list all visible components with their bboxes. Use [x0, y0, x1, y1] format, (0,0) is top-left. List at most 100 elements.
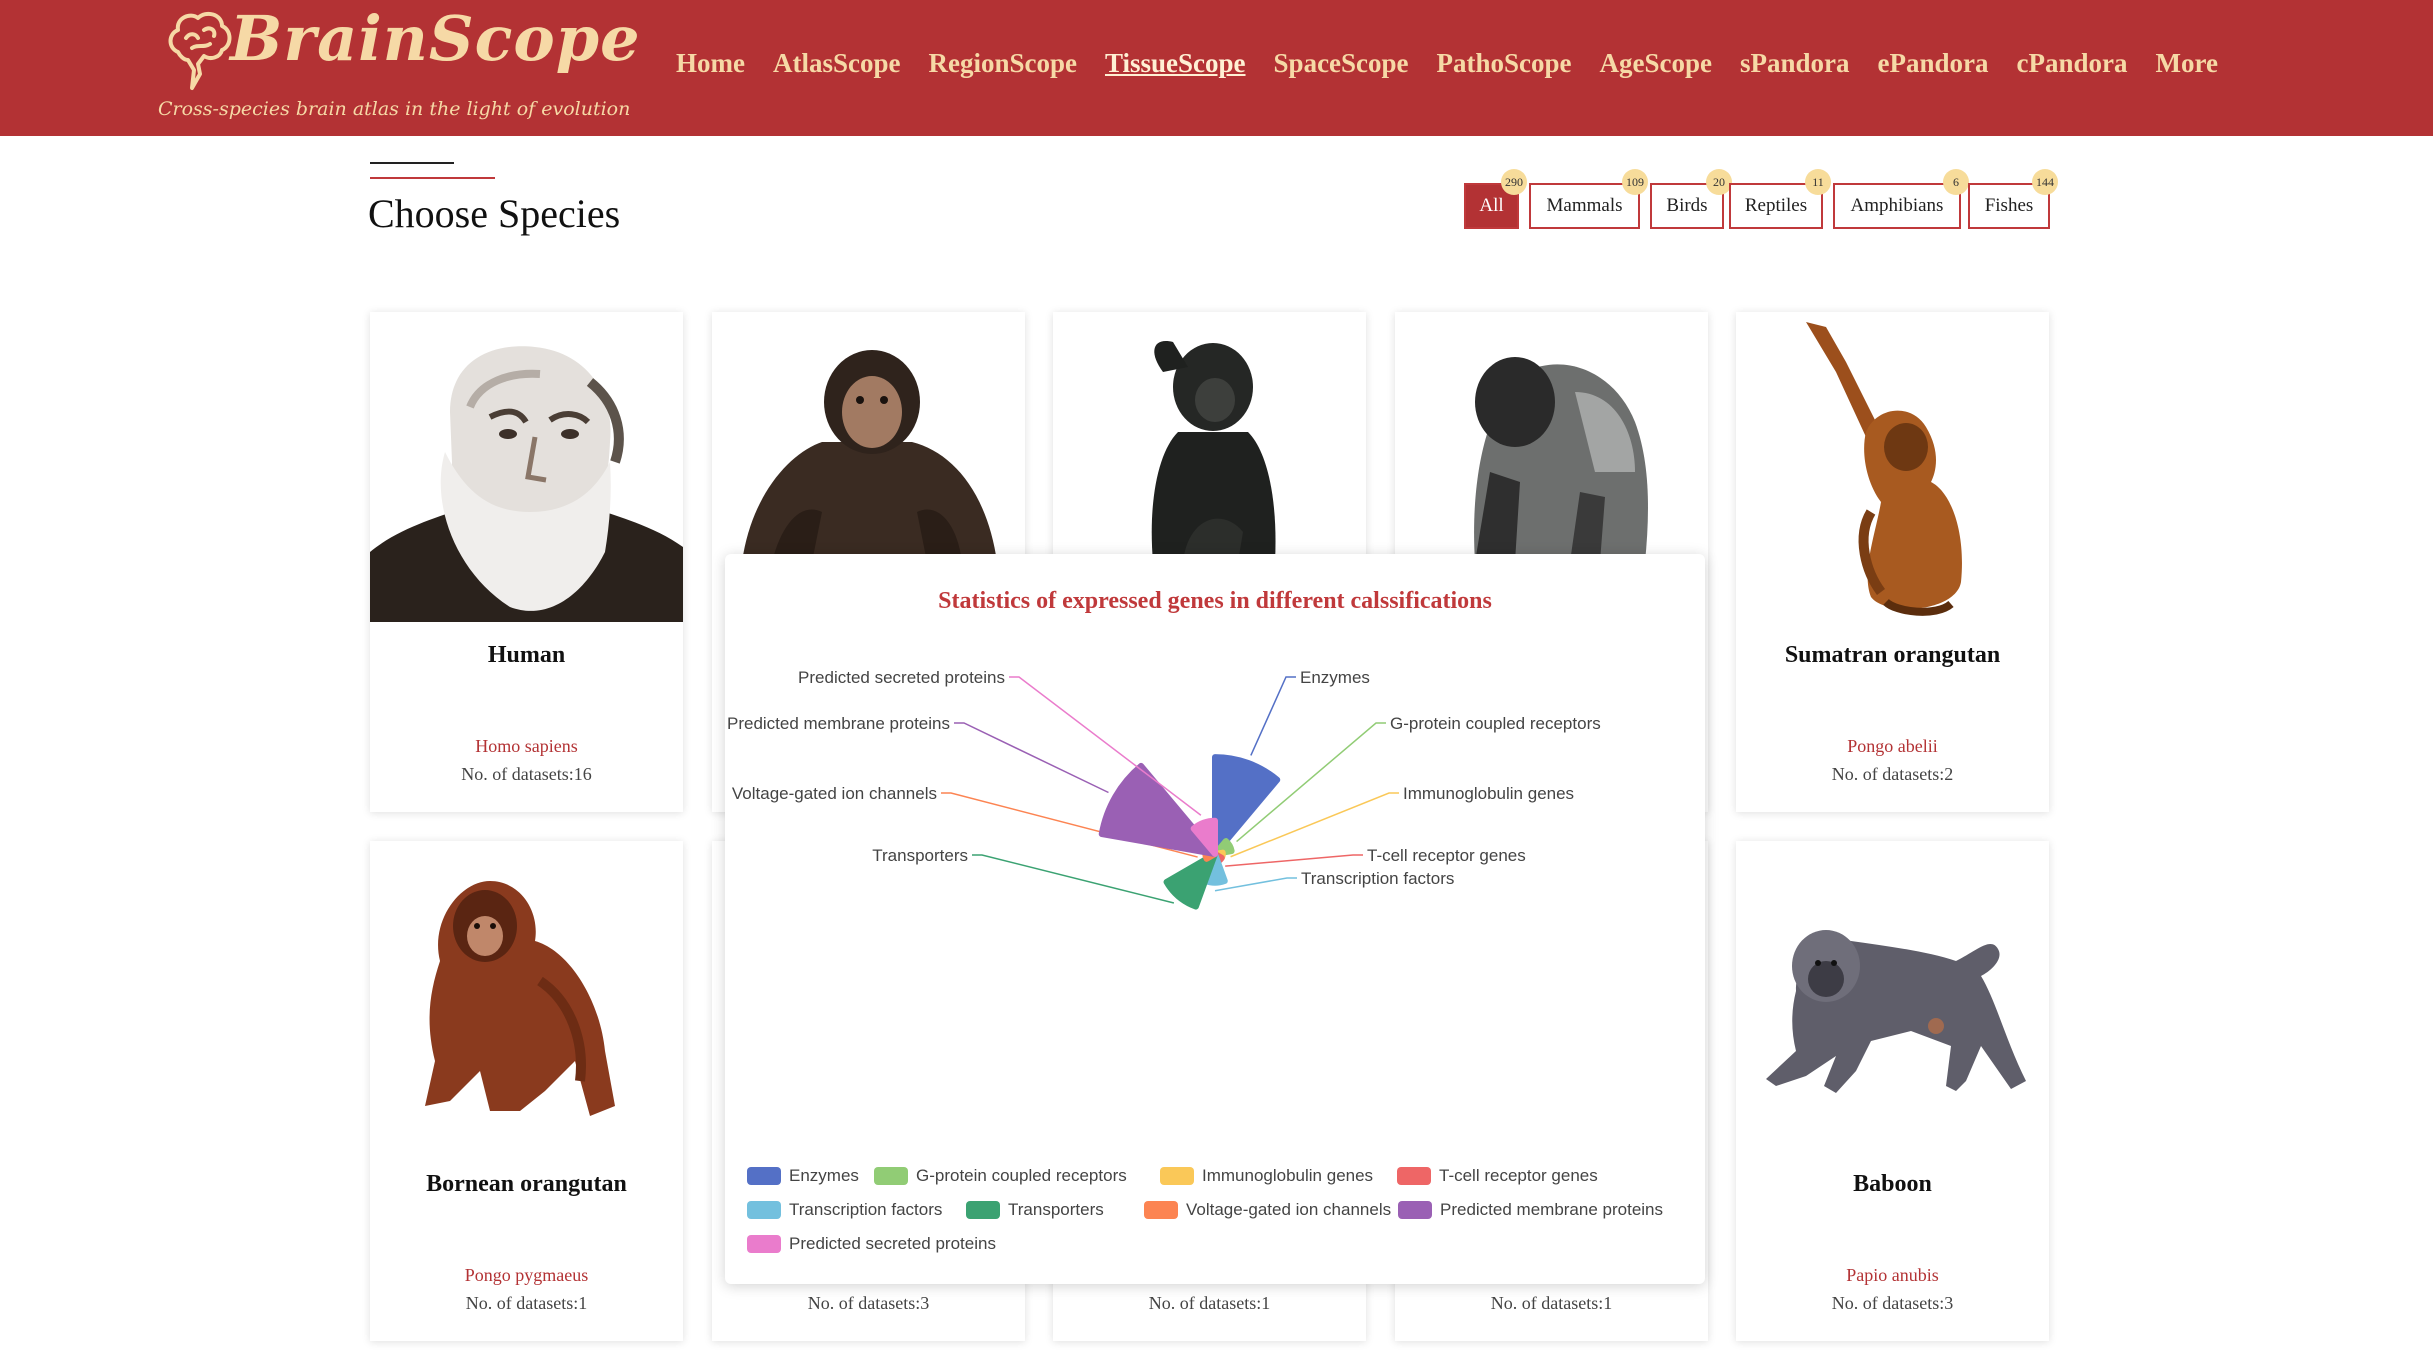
legend-swatch [966, 1201, 1000, 1219]
legend-swatch [874, 1167, 908, 1185]
legend-swatch [747, 1201, 781, 1219]
brand-name: BrainScope [230, 2, 641, 75]
species-card-sumatran-orangutan[interactable]: Sumatran orangutan Pongo abelii No. of d… [1736, 312, 2049, 812]
rose-slice-predicted-membrane-proteins[interactable] [1098, 762, 1218, 857]
legend-item[interactable]: Predicted secreted proteins [747, 1234, 996, 1254]
human-portrait-image [370, 312, 683, 622]
heading-divider [370, 162, 454, 164]
slice-label: Enzymes [1300, 668, 1370, 687]
legend-item[interactable]: T-cell receptor genes [1397, 1166, 1598, 1186]
species-latin-name[interactable]: Pongo pygmaeus [370, 1265, 683, 1286]
filter-label: Birds [1666, 195, 1708, 216]
nav-pathoscope[interactable]: PathoScope [1437, 48, 1572, 79]
label-leader-line [1009, 676, 1202, 816]
dataset-count: No. of datasets:2 [1831, 764, 1954, 784]
legend-swatch [1397, 1167, 1431, 1185]
legend-item[interactable]: G-protein coupled receptors [874, 1166, 1127, 1186]
sumatran-orangutan-image [1736, 312, 2049, 622]
nav-spacescope[interactable]: SpaceScope [1274, 48, 1409, 79]
filter-label: Fishes [1984, 195, 2034, 216]
filter-birds[interactable]: Birds 20 [1650, 169, 1732, 229]
label-leader-line [1225, 854, 1363, 867]
slice-label: Transcription factors [1301, 869, 1454, 888]
slice-label: Voltage-gated ion channels [732, 784, 937, 803]
species-latin-name[interactable]: Papio anubis [1736, 1265, 2049, 1286]
baboon-image [1736, 841, 2049, 1151]
dataset-count: No. of datasets:1 [1148, 1293, 1271, 1313]
nav-home[interactable]: Home [676, 48, 745, 79]
nav-regionscope[interactable]: RegionScope [928, 48, 1077, 79]
legend-swatch [747, 1167, 781, 1185]
label-leader-line [1250, 676, 1296, 756]
legend-label: Enzymes [789, 1166, 859, 1185]
dataset-count: No. of datasets:3 [1831, 1293, 1954, 1313]
species-name: Human [487, 642, 566, 668]
filter-reptiles[interactable]: Reptiles 11 [1729, 169, 1831, 229]
legend-label: Predicted membrane proteins [1440, 1200, 1664, 1219]
legend-item[interactable]: Voltage-gated ion channels [1144, 1200, 1391, 1220]
slice-label: Immunoglobulin genes [1403, 784, 1574, 803]
gene-statistics-popup: Statistics of expressed genes in differe… [725, 554, 1705, 1284]
count-badge: 144 [2032, 169, 2058, 195]
species-name: Baboon [1853, 1171, 1932, 1197]
dataset-count: No. of datasets:1 [1490, 1293, 1613, 1313]
legend-swatch [1160, 1167, 1194, 1185]
legend-item[interactable]: Immunoglobulin genes [1160, 1166, 1373, 1186]
filter-amphibians[interactable]: Amphibians 6 [1833, 169, 1969, 229]
species-name: Bornean orangutan [426, 1171, 627, 1197]
legend-item[interactable]: Transcription factors [747, 1200, 942, 1220]
legend-item[interactable]: Transporters [966, 1200, 1104, 1220]
dataset-count: No. of datasets:16 [461, 764, 592, 784]
legend-label: Transporters [1008, 1200, 1104, 1219]
legend-label: Voltage-gated ion channels [1186, 1200, 1392, 1219]
slice-label: G-protein coupled receptors [1390, 714, 1601, 733]
top-header: BrainScope Cross-species brain atlas in … [0, 0, 2433, 136]
nav-spandora[interactable]: sPandora [1740, 48, 1850, 79]
rose-slice-transporters[interactable] [1163, 851, 1218, 910]
nav-agescope[interactable]: AgeScope [1600, 48, 1712, 79]
count-badge: 11 [1805, 169, 1831, 195]
species-latin-name[interactable]: Homo sapiens [370, 736, 683, 757]
species-card-bornean-orangutan[interactable]: Bornean orangutan Pongo pygmaeus No. of … [370, 841, 683, 1341]
slice-label: Predicted secreted proteins [798, 668, 1005, 687]
species-latin-name[interactable]: Pongo abelii [1736, 736, 2049, 757]
filter-all[interactable]: All 290 [1464, 169, 1527, 229]
legend-swatch [1144, 1201, 1178, 1219]
species-name: Sumatran orangutan [1784, 642, 2001, 668]
filter-label: Amphibians [1850, 195, 1944, 216]
legend-label: G-protein coupled receptors [916, 1166, 1127, 1185]
count-badge: 109 [1622, 169, 1648, 195]
filter-label: Mammals [1546, 195, 1623, 216]
legend-item[interactable]: Predicted membrane proteins [1398, 1200, 1663, 1220]
nav-more[interactable]: More [2156, 48, 2218, 79]
slice-label: T-cell receptor genes [1367, 846, 1526, 865]
slice-label: Transporters [872, 846, 968, 865]
brand-tagline: Cross-species brain atlas in the light o… [158, 98, 631, 120]
legend-label: Predicted secreted proteins [789, 1234, 996, 1253]
species-card-human[interactable]: Human Homo sapiens No. of datasets:16 [370, 312, 683, 812]
nav-cpandora[interactable]: cPandora [2017, 48, 2128, 79]
species-card-baboon[interactable]: Baboon Papio anubis No. of datasets:3 [1736, 841, 2049, 1341]
nav-tissuescope[interactable]: TissueScope [1105, 48, 1246, 79]
legend-label: Immunoglobulin genes [1202, 1166, 1374, 1185]
legend-label: Transcription factors [789, 1200, 943, 1219]
slice-label: Predicted membrane proteins [727, 714, 950, 733]
filter-mammals[interactable]: Mammals 109 [1529, 169, 1648, 229]
dataset-count: No. of datasets:3 [807, 1293, 930, 1313]
label-leader-line [954, 722, 1109, 794]
legend-item[interactable]: Enzymes [747, 1166, 859, 1186]
dataset-count: No. of datasets:1 [465, 1293, 588, 1313]
filter-fishes[interactable]: Fishes 144 [1968, 169, 2058, 229]
rose-chart: Enzymes G-protein coupled receptors Immuno… [727, 668, 1601, 910]
nav-epandora[interactable]: ePandora [1878, 48, 1989, 79]
nav-atlasscope[interactable]: AtlasScope [773, 48, 901, 79]
count-badge: 290 [1501, 169, 1527, 195]
legend-swatch [747, 1235, 781, 1253]
filter-label: All [1479, 195, 1504, 216]
brainscope-logo[interactable]: BrainScope Cross-species brain atlas in … [158, 2, 640, 132]
page-title: Choose Species [368, 191, 621, 236]
label-leader-line [972, 854, 1175, 904]
count-badge: 6 [1943, 169, 1969, 195]
main-nav: Home AtlasScope RegionScope TissueScope … [676, 48, 2246, 79]
brain-icon [168, 11, 232, 90]
